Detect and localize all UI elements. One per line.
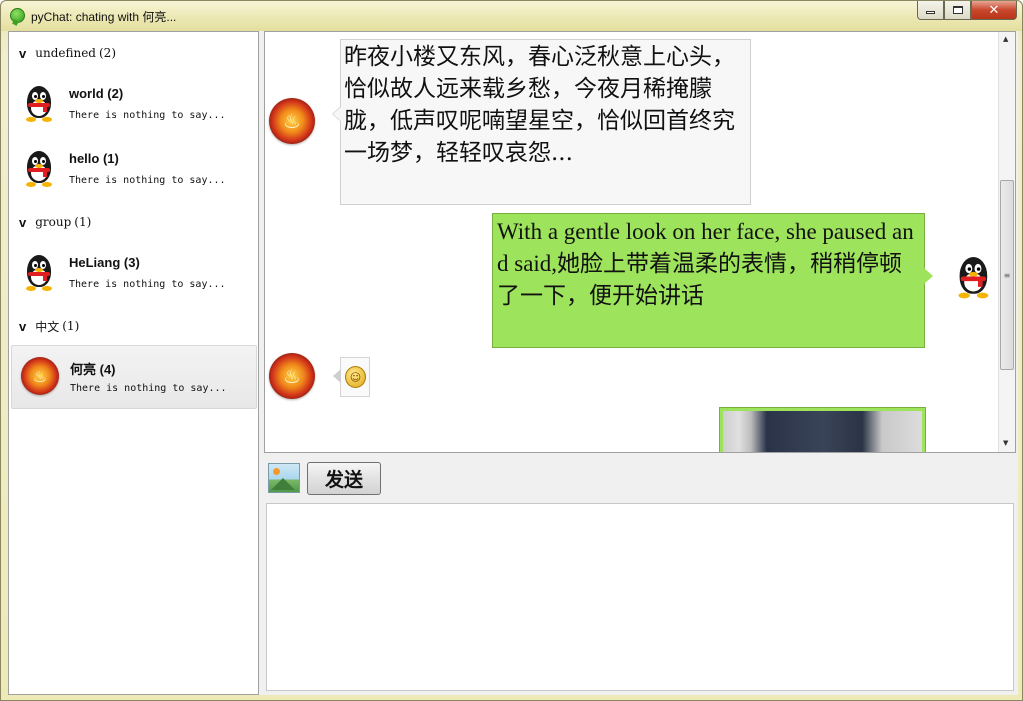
chat-app-icon bbox=[10, 8, 25, 23]
message-text: 昨夜小楼又东风，春心泛秋意上心头，恰似故人远来载乡愁，今夜月稀掩朦胧，低声叹呢喃… bbox=[344, 44, 735, 166]
group-name: undefined bbox=[35, 46, 96, 60]
window-title: pyChat: chating with 何亮... bbox=[31, 10, 177, 24]
message-bubble-sent[interactable]: With a gentle look on her face, she paus… bbox=[492, 213, 933, 348]
contact-status: There is nothing to say... bbox=[69, 175, 226, 186]
close-button[interactable]: ✕ bbox=[971, 1, 1017, 20]
contact-item-heliang[interactable]: HeLiang (3) There is nothing to say... bbox=[11, 242, 257, 306]
group-header-undefined[interactable]: v undefined (2) bbox=[19, 43, 116, 63]
chevron-down-icon: v bbox=[19, 214, 27, 230]
smiley-emoji-icon: ☺ bbox=[345, 366, 366, 388]
window-controls: ✕ bbox=[917, 1, 1017, 21]
contact-item-hello[interactable]: hello (1) There is nothing to say... bbox=[11, 138, 257, 202]
scroll-down-icon[interactable]: ▼ bbox=[1003, 439, 1008, 447]
message-input[interactable] bbox=[266, 503, 1014, 691]
penguin-icon bbox=[955, 257, 989, 299]
fire-avatar-icon bbox=[269, 353, 315, 399]
group-name: 中文 bbox=[35, 319, 60, 334]
message-text: With a gentle look on her face, she paus… bbox=[497, 219, 914, 308]
group-count: (1) bbox=[62, 319, 80, 333]
contact-name: HeLiang (3) bbox=[69, 255, 140, 270]
scroll-thumb[interactable]: ≡ bbox=[1000, 180, 1014, 370]
contact-status: There is nothing to say... bbox=[69, 279, 226, 290]
group-count: (1) bbox=[74, 215, 92, 229]
contact-name: 何亮 (4) bbox=[70, 362, 116, 377]
image-icon[interactable] bbox=[268, 463, 300, 493]
scroll-up-icon[interactable]: ▲ bbox=[1003, 35, 1008, 43]
client-area: v undefined (2) world (2) There is nothi… bbox=[8, 31, 1018, 695]
app-window: pyChat: chating with 何亮... ✕ v undefined… bbox=[0, 0, 1023, 701]
maximize-icon bbox=[952, 6, 963, 14]
contact-name: hello (1) bbox=[69, 151, 119, 166]
minimize-icon bbox=[926, 11, 935, 14]
fire-avatar-icon bbox=[21, 357, 59, 395]
penguin-icon bbox=[23, 86, 59, 124]
penguin-icon bbox=[23, 255, 59, 293]
group-header-group[interactable]: v group (1) bbox=[19, 212, 91, 232]
photo-thumbnail[interactable] bbox=[723, 411, 922, 452]
contact-item-world[interactable]: world (2) There is nothing to say... bbox=[11, 73, 257, 137]
send-button[interactable]: 发送 bbox=[307, 462, 381, 495]
message-toolbar: 发送 bbox=[264, 455, 1016, 501]
message-bubble-image[interactable] bbox=[719, 407, 926, 452]
contact-status: There is nothing to say... bbox=[70, 383, 227, 394]
chevron-down-icon: v bbox=[19, 318, 27, 334]
contact-list[interactable]: v undefined (2) world (2) There is nothi… bbox=[8, 31, 259, 695]
fire-avatar-icon bbox=[269, 98, 315, 144]
group-name: group bbox=[35, 215, 72, 229]
contact-item-heliang-cn[interactable]: 何亮 (4) There is nothing to say... bbox=[11, 345, 257, 409]
chevron-down-icon: v bbox=[19, 45, 27, 61]
message-bubble-emoji[interactable]: ☺ bbox=[333, 357, 370, 397]
contact-name: world (2) bbox=[69, 86, 124, 101]
minimize-button[interactable] bbox=[917, 1, 944, 20]
penguin-icon bbox=[23, 151, 59, 189]
group-count: (2) bbox=[99, 46, 116, 60]
contact-status: There is nothing to say... bbox=[69, 110, 226, 121]
close-icon: ✕ bbox=[988, 2, 1000, 18]
group-header-chinese[interactable]: v 中文 (1) bbox=[19, 316, 79, 336]
maximize-button[interactable] bbox=[944, 1, 971, 20]
chat-scrollbar[interactable]: ▲ ≡ ▼ bbox=[998, 32, 1015, 452]
message-bubble-received[interactable]: 昨夜小楼又东风，春心泛秋意上心头，恰似故人远来载乡愁，今夜月稀掩朦胧，低声叹呢喃… bbox=[332, 39, 751, 205]
chat-history[interactable]: 昨夜小楼又东风，春心泛秋意上心头，恰似故人远来载乡愁，今夜月稀掩朦胧，低声叹呢喃… bbox=[264, 31, 1016, 453]
title-bar[interactable]: pyChat: chating with 何亮... ✕ bbox=[1, 1, 1022, 31]
